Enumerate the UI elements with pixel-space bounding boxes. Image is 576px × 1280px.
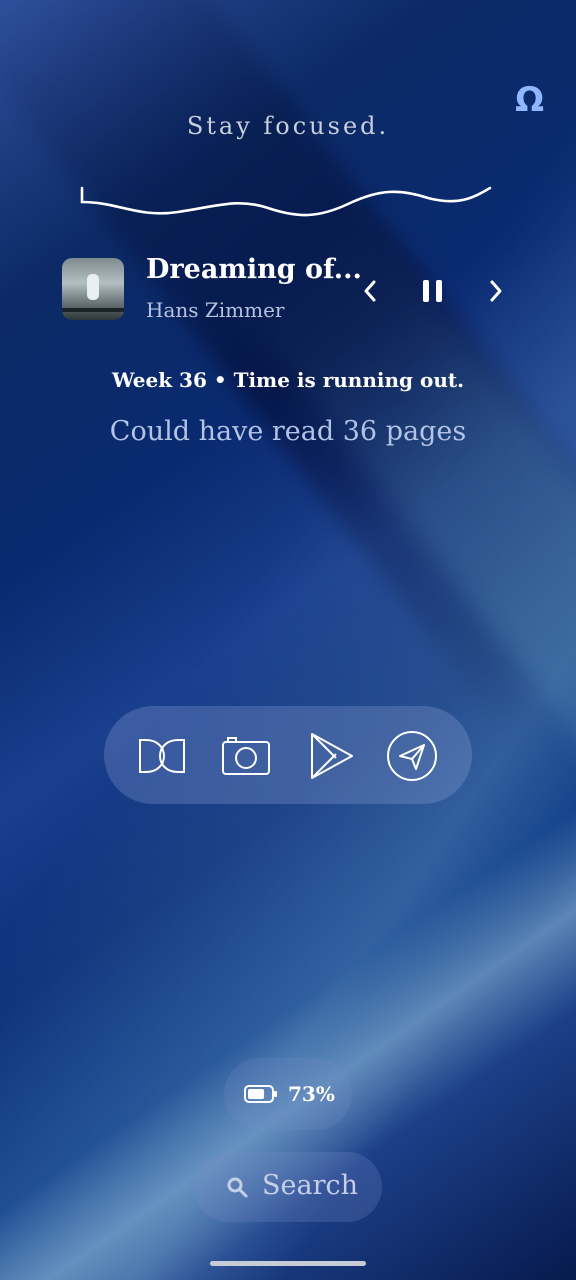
pause-icon[interactable] bbox=[418, 276, 448, 306]
reading-reminder: Could have read 36 pages bbox=[109, 416, 467, 447]
track-artist: Hans Zimmer bbox=[146, 298, 285, 322]
album-title-band bbox=[62, 308, 124, 312]
previous-icon[interactable] bbox=[358, 276, 382, 306]
wave-progress bbox=[80, 186, 492, 217]
search-icon bbox=[227, 1177, 248, 1198]
motto-text: Stay focused. bbox=[186, 112, 390, 140]
track-title: Dreaming of... bbox=[146, 254, 362, 285]
astronaut-figure bbox=[87, 274, 99, 300]
battery-percent: 73% bbox=[288, 1082, 335, 1106]
home-indicator[interactable] bbox=[210, 1261, 366, 1266]
battery-indicator: 73% bbox=[224, 1058, 352, 1130]
week-reminder: Week 36 • Time is running out. bbox=[111, 368, 465, 392]
next-icon[interactable] bbox=[484, 276, 508, 306]
album-art[interactable] bbox=[62, 258, 124, 320]
battery-icon bbox=[244, 1085, 277, 1103]
play-store-icon[interactable] bbox=[306, 730, 358, 782]
now-playing-widget[interactable]: Dreaming of... Hans Zimmer bbox=[62, 254, 522, 322]
search-button[interactable]: Search bbox=[194, 1152, 382, 1222]
app-dock bbox=[104, 706, 472, 804]
dolby-icon[interactable] bbox=[136, 730, 188, 782]
camera-icon[interactable] bbox=[220, 730, 272, 782]
telegram-icon[interactable] bbox=[386, 730, 438, 782]
search-label: Search bbox=[262, 1170, 358, 1201]
